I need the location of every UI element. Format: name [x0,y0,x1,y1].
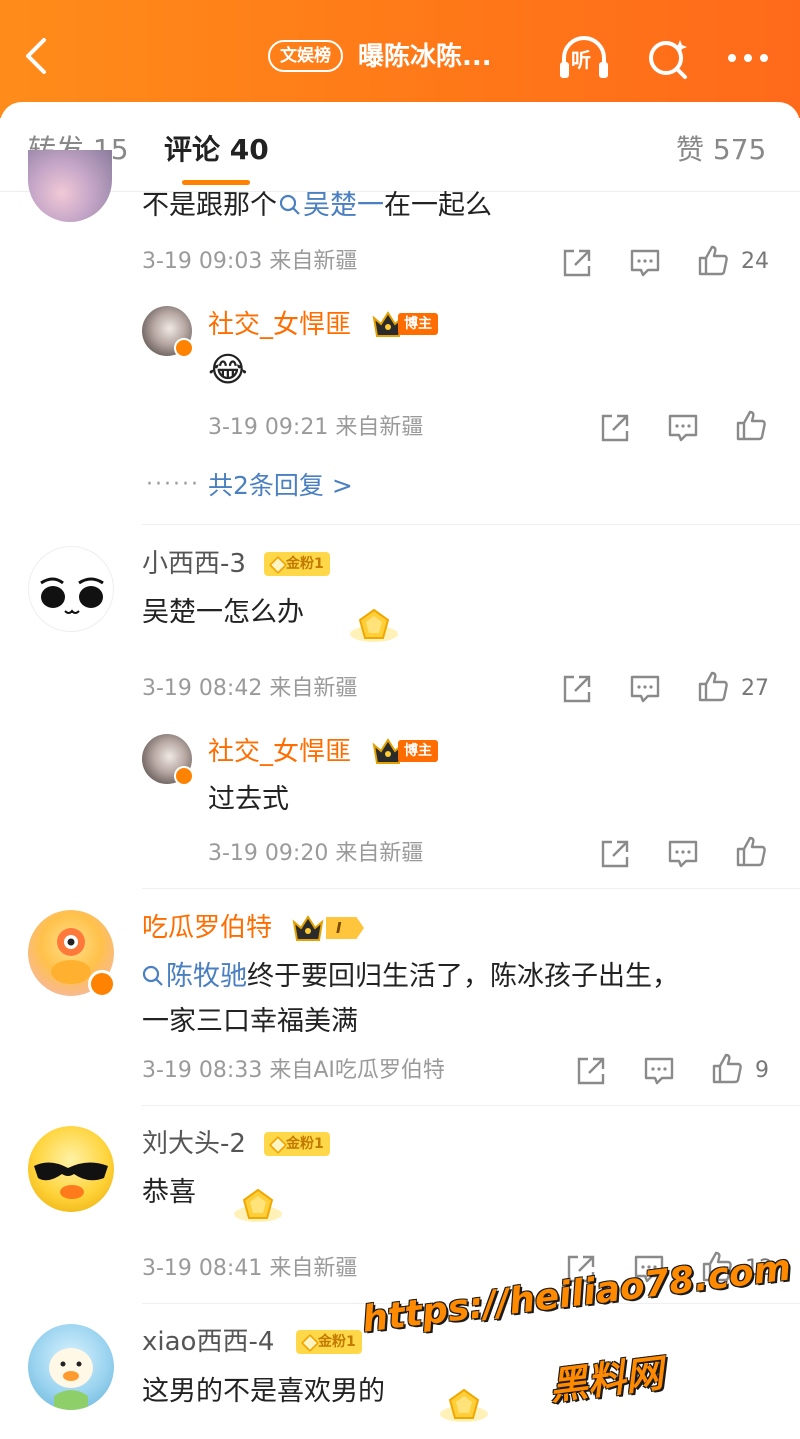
hot-list-tag[interactable]: 文娱榜 [268,40,343,72]
comment-icon[interactable] [666,411,700,445]
comment-text: 这男的不是喜欢男的 [142,1376,385,1407]
comment-meta: 3-19 08:41 来自新疆 [142,1256,358,1281]
comment-tabs: 转发 15 评论 40 赞 575 [0,102,800,192]
comment-meta: 3-19 09:03 来自新疆 [142,249,358,274]
topic-link[interactable]: 陈牧驰 [142,961,247,992]
like-icon[interactable] [696,244,730,278]
comment-text: 不是跟那个 吴楚一在一起么 [142,190,492,221]
verified-icon [174,338,194,358]
topic-link[interactable]: 吴楚一 [277,190,384,221]
comment-text-line2: 一家三口幸福美满 [142,1006,358,1037]
watermark-brand: 黑料网 [547,1351,666,1409]
comment-icon[interactable] [628,672,662,706]
tab-likes[interactable]: 赞 575 [676,132,766,168]
search-icon [279,194,300,215]
comment-icon[interactable] [666,837,700,871]
search-icon [142,965,163,986]
reply-author[interactable]: 社交_女悍匪 [208,307,351,343]
like-count: 9 [755,1058,769,1083]
comment-author[interactable]: 吃瓜罗伯特 [142,910,272,946]
duck-sunglasses-icon [34,1162,108,1199]
comment-author[interactable]: 小西西-3 [142,546,246,582]
fan-badge: 金粉1 [264,552,330,576]
ellipsis-dots: ······ [146,472,200,497]
avatar[interactable] [28,150,112,222]
tab-comments[interactable]: 评论 40 [164,132,269,168]
gold-fan-sticker-icon [350,608,398,642]
divider [142,888,800,889]
comment-text: 吴楚一怎么办 [142,597,304,628]
share-icon[interactable] [598,837,632,871]
listen-label: 听 [571,48,591,72]
duck-avatar-icon [49,1348,93,1410]
comment-author[interactable]: 刘大头-2 [142,1126,246,1162]
share-icon[interactable] [560,672,594,706]
verified-icon [88,970,116,998]
reply-meta: 3-19 09:21 来自新疆 [208,415,424,440]
active-tab-indicator [182,180,250,185]
reply-author[interactable]: 社交_女悍匪 [208,734,351,770]
comment-text: 陈牧驰终于要回归生活了，陈冰孩子出生， [142,957,679,997]
verified-icon [174,766,194,786]
cartoon-face-icon [40,577,104,614]
listen-button[interactable]: 听 [556,34,612,82]
gold-fan-sticker-icon [234,1188,282,1222]
like-icon[interactable] [710,1052,744,1086]
avatar[interactable] [28,546,114,632]
comment-text: 恭喜 [142,1177,196,1208]
more-dots-icon[interactable] [722,34,778,82]
reply-emoji: 😂 [208,350,248,390]
share-icon[interactable] [574,1054,608,1088]
crown-icon [292,915,324,941]
like-count: 24 [741,249,769,274]
like-icon[interactable] [696,670,730,704]
gold-fan-sticker-icon [440,1388,488,1422]
share-icon[interactable] [560,246,594,280]
top-bar: 文娱榜 曝陈冰陈... 听 [0,0,800,118]
comment-icon[interactable] [628,246,662,280]
blogger-badge: 博主 [372,310,452,338]
more-replies-link[interactable]: 共2条回复 > [208,466,353,506]
chevron-left-icon[interactable] [18,36,58,76]
page-title: 曝陈冰陈... [358,42,492,72]
blogger-badge: 博主 [372,737,452,765]
comment-icon[interactable] [642,1054,676,1088]
comment-meta: 3-19 08:42 来自新疆 [142,676,358,701]
avatar[interactable] [28,1324,114,1410]
search-sparkle-icon[interactable] [640,34,696,82]
fan-badge: 金粉1 [264,1132,330,1156]
vip-badge: I [292,914,372,942]
avatar[interactable] [28,1126,114,1212]
divider [142,1105,800,1106]
like-icon[interactable] [734,835,768,869]
reply-meta: 3-19 09:20 来自新疆 [208,841,424,866]
like-icon[interactable] [734,409,768,443]
divider [142,524,800,525]
comment-meta: 3-19 08:33 来自AI吃瓜罗伯特 [142,1058,445,1083]
share-icon[interactable] [598,411,632,445]
like-count: 27 [741,676,769,701]
fan-badge: 金粉1 [296,1330,362,1354]
reply-text: 过去式 [208,784,289,815]
comment-author[interactable]: xiao西西-4 [142,1324,274,1360]
